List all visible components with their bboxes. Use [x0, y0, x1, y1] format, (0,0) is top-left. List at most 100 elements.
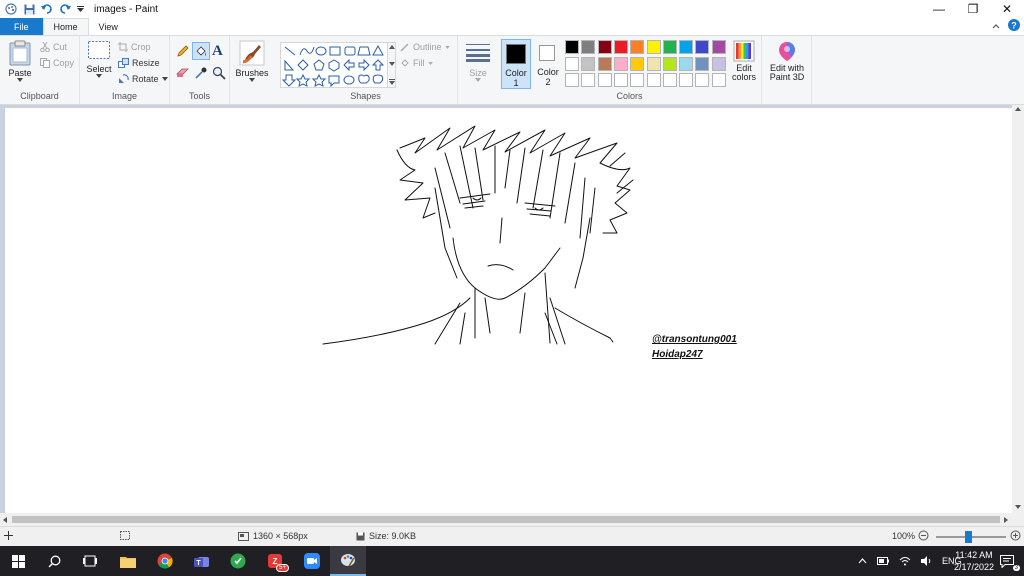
zoom-out-icon[interactable]	[918, 530, 929, 541]
color-swatch[interactable]	[646, 56, 661, 71]
shapes-scroll[interactable]	[388, 42, 396, 88]
color-swatch[interactable]	[679, 73, 694, 87]
text-tool-icon[interactable]: A	[212, 43, 223, 60]
shapes-gallery[interactable]	[280, 42, 388, 88]
save-icon[interactable]	[22, 2, 36, 16]
vertical-scrollbar[interactable]	[1012, 105, 1024, 513]
brushes-button[interactable]: Brushes	[234, 40, 270, 82]
help-icon[interactable]: ?	[1008, 19, 1020, 33]
color-swatch[interactable]	[565, 56, 579, 71]
color-swatch[interactable]	[711, 56, 726, 71]
select-button[interactable]: Select	[84, 40, 114, 78]
color-swatch[interactable]	[581, 56, 596, 71]
color-swatch[interactable]	[565, 73, 579, 87]
paste-button[interactable]: Paste	[6, 40, 34, 82]
scroll-left-icon[interactable]	[3, 517, 7, 523]
copy-button[interactable]: Copy	[40, 58, 74, 68]
collapse-ribbon-icon[interactable]	[992, 21, 1000, 31]
paint-app-icon[interactable]	[4, 2, 18, 16]
magnifier-icon[interactable]	[212, 66, 226, 82]
color-swatch[interactable]	[695, 40, 710, 54]
window-title: images - Paint	[94, 3, 158, 15]
color-swatch[interactable]	[613, 40, 628, 54]
scroll-right-icon[interactable]	[1004, 517, 1008, 523]
color-swatch[interactable]	[679, 56, 694, 71]
start-button[interactable]	[0, 546, 36, 576]
color-swatch[interactable]	[581, 40, 596, 54]
color-swatch[interactable]	[711, 40, 726, 54]
color-swatch[interactable]	[662, 40, 677, 54]
outline-button[interactable]: Outline	[400, 42, 450, 52]
chevron-up-icon[interactable]	[858, 558, 867, 564]
taskbar-green-app[interactable]	[220, 546, 256, 576]
redo-icon[interactable]	[58, 2, 72, 16]
scroll-down-icon[interactable]	[1015, 505, 1021, 509]
taskbar-zoom[interactable]	[294, 546, 330, 576]
file-size: Size: 9.0KB	[356, 531, 416, 541]
taskbar-chrome[interactable]	[147, 546, 183, 576]
wifi-icon[interactable]	[899, 556, 911, 566]
color-swatch[interactable]	[662, 56, 677, 71]
zoom-app-icon	[304, 553, 320, 569]
color-swatch[interactable]	[630, 40, 645, 54]
selection-icon	[120, 531, 130, 540]
search-button[interactable]	[36, 546, 72, 576]
close-button[interactable]: ✕	[990, 0, 1024, 18]
color-swatch[interactable]	[597, 56, 612, 71]
resize-button[interactable]: Resize	[118, 58, 160, 68]
color-swatch[interactable]	[695, 56, 710, 71]
color-swatch[interactable]	[646, 40, 661, 54]
size-group: Size	[458, 36, 498, 104]
taskbar-zalo[interactable]: Z 5+	[258, 546, 294, 576]
scroll-up-icon[interactable]	[1015, 107, 1021, 111]
color-swatch[interactable]	[711, 73, 726, 87]
horizontal-scrollbar[interactable]	[0, 513, 1024, 526]
color-swatch[interactable]	[662, 73, 677, 87]
line-size-icon	[466, 44, 490, 62]
maximize-button[interactable]: ❐	[956, 0, 990, 18]
speaker-icon[interactable]	[921, 556, 932, 566]
task-view-button[interactable]	[72, 546, 108, 576]
tab-home[interactable]: Home	[42, 18, 89, 35]
taskbar-file-explorer[interactable]	[110, 546, 146, 576]
signature-name: Hoidap247	[652, 349, 703, 360]
clock[interactable]: 11:42 AM 2/17/2022	[954, 549, 994, 573]
tab-file[interactable]: File	[0, 18, 43, 35]
green-app-icon	[230, 553, 246, 569]
taskbar-teams[interactable]: T	[184, 546, 220, 576]
minimize-button[interactable]: —	[922, 0, 956, 18]
color-swatch[interactable]	[646, 73, 661, 87]
taskbar-paint[interactable]	[330, 546, 366, 576]
undo-icon[interactable]	[40, 2, 54, 16]
rotate-button[interactable]: Rotate	[118, 74, 168, 84]
paint3d-group: Edit with Paint 3D	[762, 36, 812, 104]
color-swatch[interactable]	[630, 56, 645, 71]
battery-icon[interactable]	[877, 557, 889, 565]
size-button[interactable]: Size	[462, 42, 494, 82]
customize-toolbar-icon[interactable]	[76, 2, 84, 16]
color-swatch[interactable]	[613, 73, 628, 87]
color-swatch[interactable]	[613, 56, 628, 71]
color-swatch[interactable]	[630, 73, 645, 87]
edit-colors-button[interactable]: Edit colors	[728, 40, 760, 82]
color-swatch[interactable]	[597, 73, 612, 87]
tab-view[interactable]: View	[89, 18, 128, 35]
color-swatch[interactable]	[679, 40, 694, 54]
drawing-canvas[interactable]: @transontung001 Hoidap247	[5, 108, 1012, 513]
fill-button[interactable]: Fill	[400, 58, 433, 68]
horizontal-scroll-thumb[interactable]	[12, 516, 1000, 523]
fill-bucket-icon[interactable]	[192, 42, 210, 60]
crop-button[interactable]: Crop	[118, 42, 151, 52]
pencil-icon[interactable]	[176, 44, 190, 60]
action-center-button[interactable]: 3	[990, 546, 1024, 576]
zoom-in-icon[interactable]	[1010, 530, 1021, 541]
edit-with-paint3d-button[interactable]: Edit with Paint 3D	[764, 40, 810, 82]
color-swatch[interactable]	[597, 40, 612, 54]
eraser-icon[interactable]	[176, 66, 190, 80]
cut-button[interactable]: Cut	[40, 42, 67, 52]
color-swatch[interactable]	[581, 73, 596, 87]
zoom-slider-thumb[interactable]	[965, 531, 972, 543]
color-swatch[interactable]	[695, 73, 710, 87]
color-swatch[interactable]	[565, 40, 579, 54]
color-picker-icon[interactable]	[194, 66, 208, 82]
